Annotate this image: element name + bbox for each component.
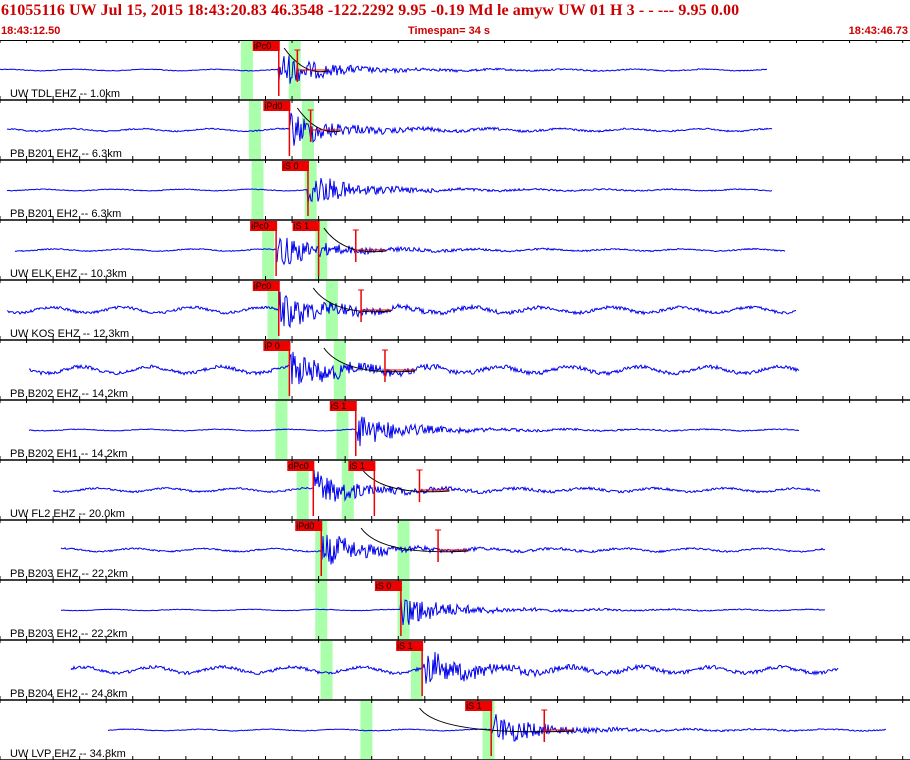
channel-panel: iS 0 PB B203 EH2 -- 22.2km	[0, 580, 910, 641]
phase-pick-label: iPc0	[251, 221, 269, 231]
channel-panel: iP 0 PB B202 EHZ -- 14.2km	[0, 340, 910, 401]
channel-label: PB B201 EHZ -- 6.3km	[10, 148, 122, 160]
channel-panel: iS 1 PB B204 EH2 -- 24.8km	[0, 640, 910, 701]
phase-pick-label: iP 0	[264, 341, 279, 351]
phase-pick-label: iPd0	[296, 521, 314, 531]
waveform-trace	[0, 55, 768, 84]
analysis-window	[320, 641, 333, 699]
phase-pick-label: iS 1	[294, 221, 310, 231]
timespan-label: Timespan= 34 s	[408, 25, 491, 37]
channel-panel: iS 1 UW LVP EHZ -- 34.8km	[0, 700, 910, 760]
channel-label: UW KOS EHZ -- 12.3km	[10, 328, 129, 340]
channel-panel: iPc0 UW TDL EHZ -- 1.0km	[0, 40, 910, 101]
end-time: 18:43:46.73	[848, 25, 908, 37]
phase-pick-label: iS 1	[349, 461, 365, 471]
header-bar: 61055116 UW Jul 15, 2015 18:43:20.83 46.…	[0, 0, 910, 40]
waveform-trace	[107, 714, 887, 742]
phase-pick-label: dPc0	[288, 461, 309, 471]
channel-panel: iS 1 PB B202 EH1 -- 14.2km	[0, 400, 910, 461]
waveform-trace	[70, 651, 839, 684]
waveform-trace	[60, 598, 826, 626]
coda-fit-curve	[312, 287, 392, 313]
phase-pick-label: iS 1	[331, 401, 347, 411]
channel-label: UW TDL EHZ -- 1.0km	[10, 88, 120, 100]
channel-label: UW FL2 EHZ -- 20.0km	[10, 508, 125, 520]
channel-panel: iPd0 PB B203 EHZ -- 22.2km	[0, 520, 910, 581]
waveform-trace	[28, 416, 799, 447]
waveform-trace	[6, 291, 796, 329]
channel-panel: iPc0 UW KOS EHZ -- 12.3km	[0, 280, 910, 341]
phase-pick-label: iPc0	[254, 281, 272, 291]
channel-label: PB B204 EH2 -- 24.8km	[10, 688, 127, 700]
channel-label: PB B202 EHZ -- 14.2km	[10, 388, 128, 400]
waveform-trace	[52, 469, 821, 502]
channel-label: UW ELK EHZ -- 10.3km	[10, 268, 127, 280]
channel-label: PB B202 EH1 -- 14.2km	[10, 448, 127, 460]
phase-pick-label: iPc0	[254, 41, 272, 51]
seismogram-plot: iPc0 UW TDL EHZ -- 1.0km iPd0 PB B201 EHZ -…	[0, 40, 910, 760]
event-title: 61055116 UW Jul 15, 2015 18:43:20.83 46.…	[1, 2, 740, 19]
channel-label: PB B203 EH2 -- 22.2km	[10, 628, 127, 640]
channel-panel: dPc0 iS 1 UW FL2 EHZ -- 20.0km	[0, 460, 910, 521]
waveform-trace	[7, 112, 773, 146]
waveform-trace	[6, 178, 773, 203]
phase-pick-label: iPd0	[264, 101, 282, 111]
analysis-window	[333, 341, 346, 399]
channel-panel: iPd0 PB B201 EHZ -- 6.3km	[0, 100, 910, 161]
channel-label: PB B201 EH2 -- 6.3km	[10, 208, 121, 220]
waveform-trace	[14, 237, 786, 266]
waveform-trace	[28, 351, 800, 385]
phase-pick-label: iS 1	[397, 641, 413, 651]
channel-panel: iPc0 iS 1 UW ELK EHZ -- 10.3km	[0, 220, 910, 281]
channel-label: PB B203 EHZ -- 22.2km	[10, 568, 128, 580]
phase-pick-label: iS 0	[283, 161, 299, 171]
channel-label: UW LVP EHZ -- 34.8km	[10, 748, 126, 760]
channel-panel: iS 0 PB B201 EH2 -- 6.3km	[0, 160, 910, 221]
start-time: 18:43:12.50	[1, 25, 61, 37]
phase-pick-label: iS 1	[466, 701, 482, 711]
phase-pick-label: iS 0	[376, 581, 392, 591]
